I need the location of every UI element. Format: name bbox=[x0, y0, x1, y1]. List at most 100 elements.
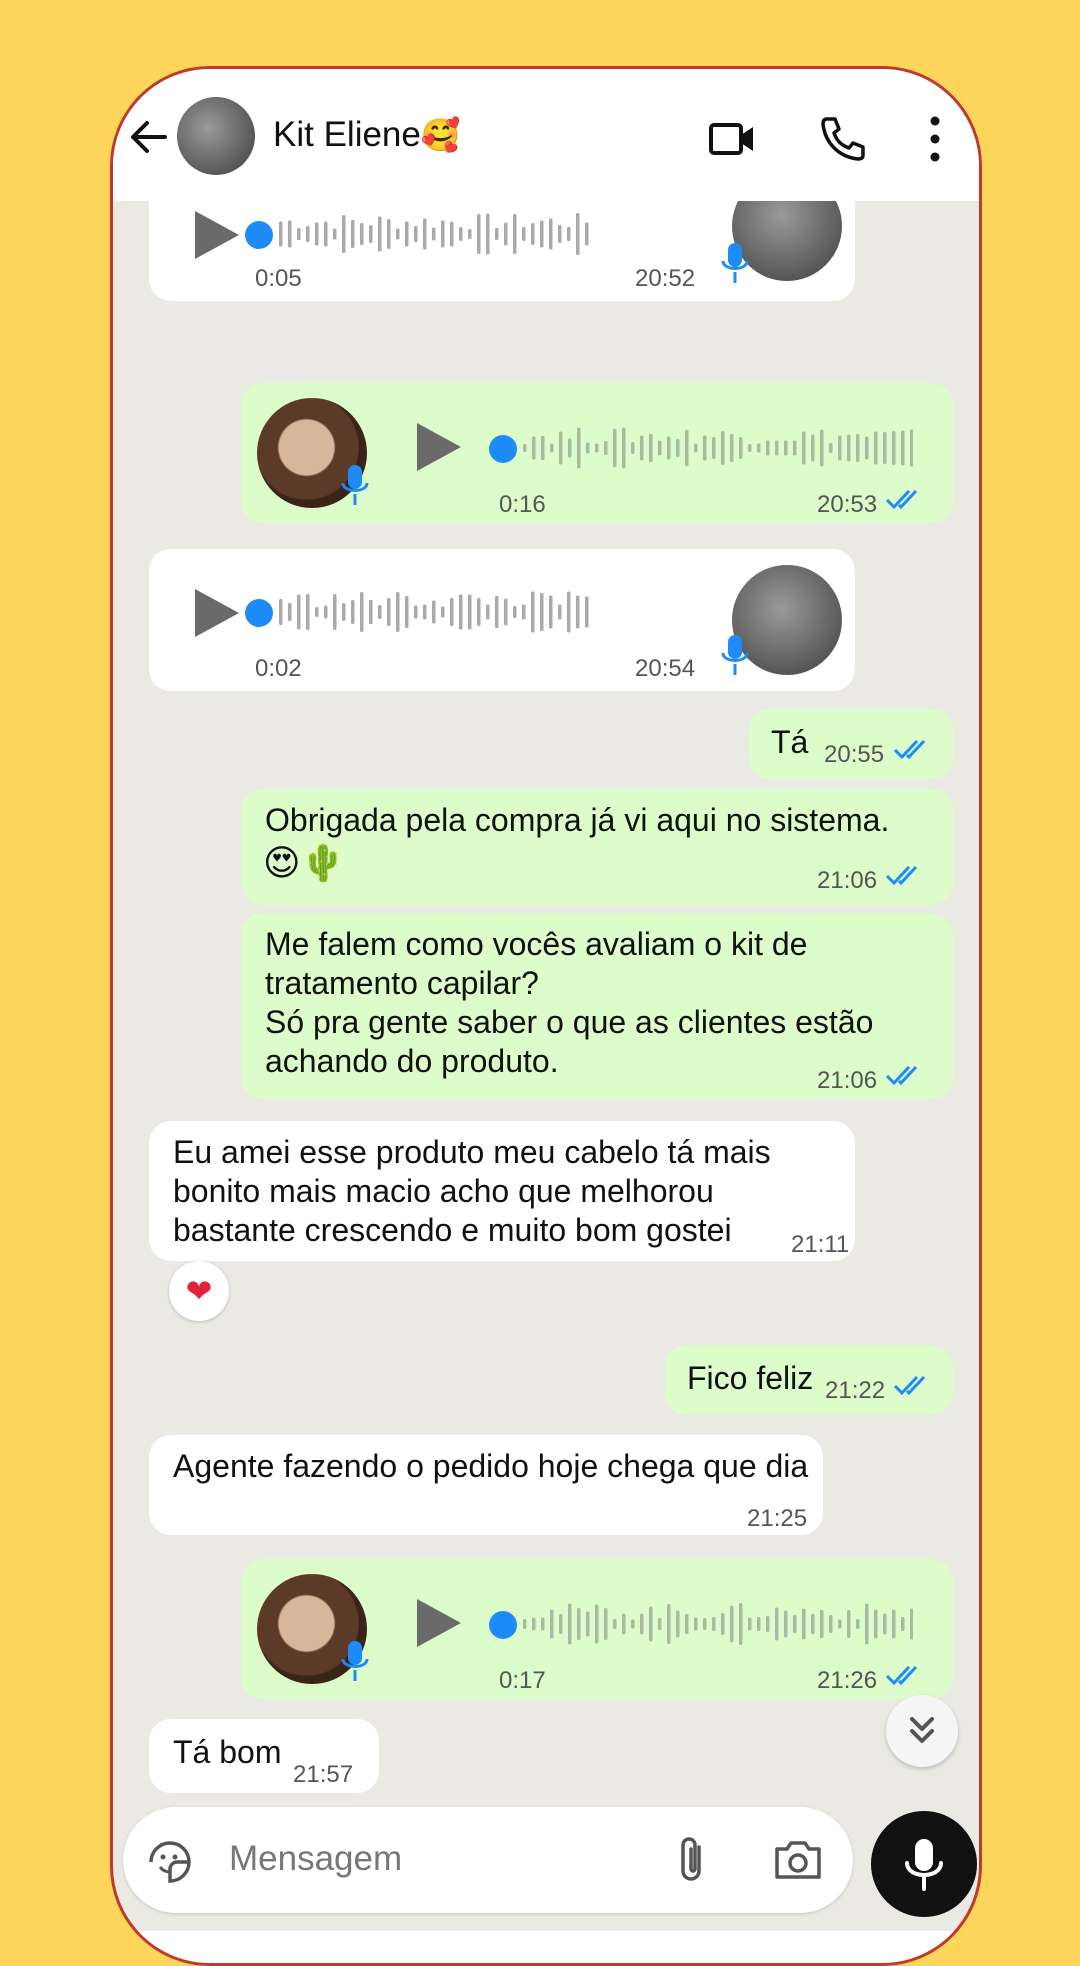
waveform-bar bbox=[522, 227, 526, 241]
contact-avatar[interactable] bbox=[177, 97, 255, 175]
message-text: Obrigada pela compra já vi aqui no siste… bbox=[265, 802, 890, 838]
mic-icon bbox=[721, 635, 749, 675]
message-text-outgoing[interactable]: Me falem como vocês avaliam o kit de tra… bbox=[241, 913, 953, 1099]
waveform-bar bbox=[468, 594, 472, 630]
waveform-bar bbox=[540, 220, 544, 248]
phone-icon[interactable] bbox=[817, 113, 869, 165]
waveform-bar bbox=[522, 604, 526, 620]
message-time: 21:11 bbox=[791, 1231, 850, 1258]
waveform-bar bbox=[757, 443, 761, 453]
waveform-bar bbox=[748, 444, 752, 452]
double-check-icon bbox=[885, 1065, 918, 1086]
waveform-bar bbox=[423, 218, 427, 250]
message-time: 20:54 bbox=[635, 655, 696, 682]
waveform-bar bbox=[405, 596, 409, 628]
waveform-bar bbox=[414, 605, 418, 619]
playback-dot[interactable] bbox=[245, 599, 273, 627]
double-check-icon bbox=[885, 865, 918, 886]
camera-icon[interactable] bbox=[773, 1837, 823, 1883]
waveform-bar bbox=[315, 222, 319, 246]
waveform-bar bbox=[405, 221, 409, 247]
message-voice-outgoing[interactable]: 0:17 21:26 bbox=[241, 1559, 953, 1699]
waveform-bar bbox=[378, 216, 382, 252]
waveform-bar bbox=[297, 228, 301, 240]
message-text: Agente fazendo o pedido hoje chega que d… bbox=[173, 1448, 809, 1484]
message-time: 21:26 bbox=[817, 1667, 878, 1694]
waveform-bar bbox=[585, 596, 589, 628]
waveform-bar bbox=[793, 440, 797, 456]
playback-dot[interactable] bbox=[489, 435, 517, 463]
play-icon[interactable] bbox=[195, 211, 239, 259]
voice-duration: 0:17 bbox=[499, 1667, 546, 1694]
waveform-bar bbox=[324, 605, 328, 619]
waveform-bar bbox=[585, 222, 589, 246]
chat-area[interactable]: 0:05 20:52 0:16 20:53 0:02 20:54 Tá 20:5… bbox=[113, 161, 979, 1801]
waveform-bar bbox=[360, 223, 364, 245]
message-text-outgoing[interactable]: Fico feliz 21:22 bbox=[665, 1345, 953, 1415]
waveform-bar bbox=[622, 1613, 626, 1635]
waveform-bar bbox=[712, 1617, 716, 1631]
message-voice-outgoing[interactable]: 0:16 20:53 bbox=[241, 383, 953, 523]
play-icon[interactable] bbox=[417, 423, 461, 471]
more-vert-icon[interactable] bbox=[909, 113, 961, 165]
double-check-icon bbox=[893, 1375, 926, 1396]
reaction-heart[interactable]: ❤ bbox=[169, 1261, 229, 1321]
waveform-bar bbox=[685, 430, 689, 466]
message-text: Tá bom bbox=[173, 1734, 282, 1770]
message-time: 21:57 bbox=[293, 1761, 354, 1788]
message-text-outgoing[interactable]: Tá 20:55 bbox=[749, 709, 953, 779]
playback-dot[interactable] bbox=[245, 221, 273, 249]
waveform-bar bbox=[802, 1608, 806, 1640]
waveform-bar bbox=[486, 604, 490, 620]
message-line: Eu amei esse produto meu cabelo tá mais bbox=[173, 1134, 771, 1170]
waveform-bar bbox=[640, 1613, 644, 1635]
waveform-bar bbox=[676, 1610, 680, 1638]
sticker-icon[interactable] bbox=[145, 1837, 195, 1887]
message-time: 20:52 bbox=[635, 265, 696, 292]
scroll-to-bottom-button[interactable] bbox=[886, 1695, 958, 1767]
paperclip-icon[interactable] bbox=[673, 1835, 713, 1885]
play-icon[interactable] bbox=[417, 1599, 461, 1647]
waveform-bar bbox=[576, 595, 580, 629]
waveform-bar bbox=[549, 218, 553, 250]
waveform-bar bbox=[532, 1617, 536, 1631]
waveform-bar bbox=[360, 592, 364, 632]
waveform-bar bbox=[910, 1608, 913, 1640]
waveform-bar bbox=[613, 429, 617, 467]
message-text-incoming[interactable]: Agente fazendo o pedido hoje chega que d… bbox=[149, 1435, 823, 1535]
waveform-bar bbox=[477, 214, 481, 254]
playback-dot[interactable] bbox=[489, 1611, 517, 1639]
message-line: Só pra gente saber o que as clientes est… bbox=[265, 1004, 874, 1040]
message-input[interactable]: Mensagem bbox=[229, 1839, 402, 1879]
play-icon[interactable] bbox=[195, 589, 239, 637]
waveform-bar bbox=[577, 1608, 581, 1640]
message-text-outgoing[interactable]: Obrigada pela compra já vi aqui no siste… bbox=[241, 789, 953, 905]
double-check-icon bbox=[893, 739, 926, 760]
voice-duration: 0:16 bbox=[499, 491, 546, 518]
waveform-bar bbox=[378, 605, 382, 619]
waveform-bar bbox=[468, 229, 472, 239]
waveform-bar bbox=[766, 1616, 770, 1632]
waveform-bar bbox=[757, 1617, 761, 1631]
waveform-bar bbox=[279, 221, 283, 247]
waveform-bar bbox=[297, 594, 301, 630]
double-check-icon bbox=[885, 1665, 918, 1686]
message-input-bar[interactable]: Mensagem bbox=[123, 1807, 853, 1913]
waveform-bar bbox=[685, 1614, 689, 1634]
waveform-bar bbox=[342, 603, 346, 621]
waveform-bar bbox=[549, 595, 553, 629]
contact-name[interactable]: Kit Eliene🥰 bbox=[273, 115, 461, 155]
voice-record-button[interactable] bbox=[871, 1811, 977, 1917]
waveform-bar bbox=[640, 435, 644, 461]
back-arrow-icon[interactable] bbox=[125, 113, 173, 161]
message-text-incoming[interactable]: Eu amei esse produto meu cabelo tá mais … bbox=[149, 1121, 855, 1261]
waveform-bar bbox=[513, 606, 517, 618]
video-call-icon[interactable] bbox=[707, 113, 759, 165]
message-voice-incoming[interactable]: 0:02 20:54 bbox=[149, 549, 855, 691]
waveform-bar bbox=[486, 213, 490, 255]
waveform-bar bbox=[721, 431, 725, 465]
waveform-bar bbox=[396, 592, 400, 632]
waveform bbox=[279, 213, 589, 255]
voice-duration: 0:02 bbox=[255, 655, 302, 682]
message-text-incoming[interactable]: Tá bom 21:57 bbox=[149, 1719, 379, 1793]
